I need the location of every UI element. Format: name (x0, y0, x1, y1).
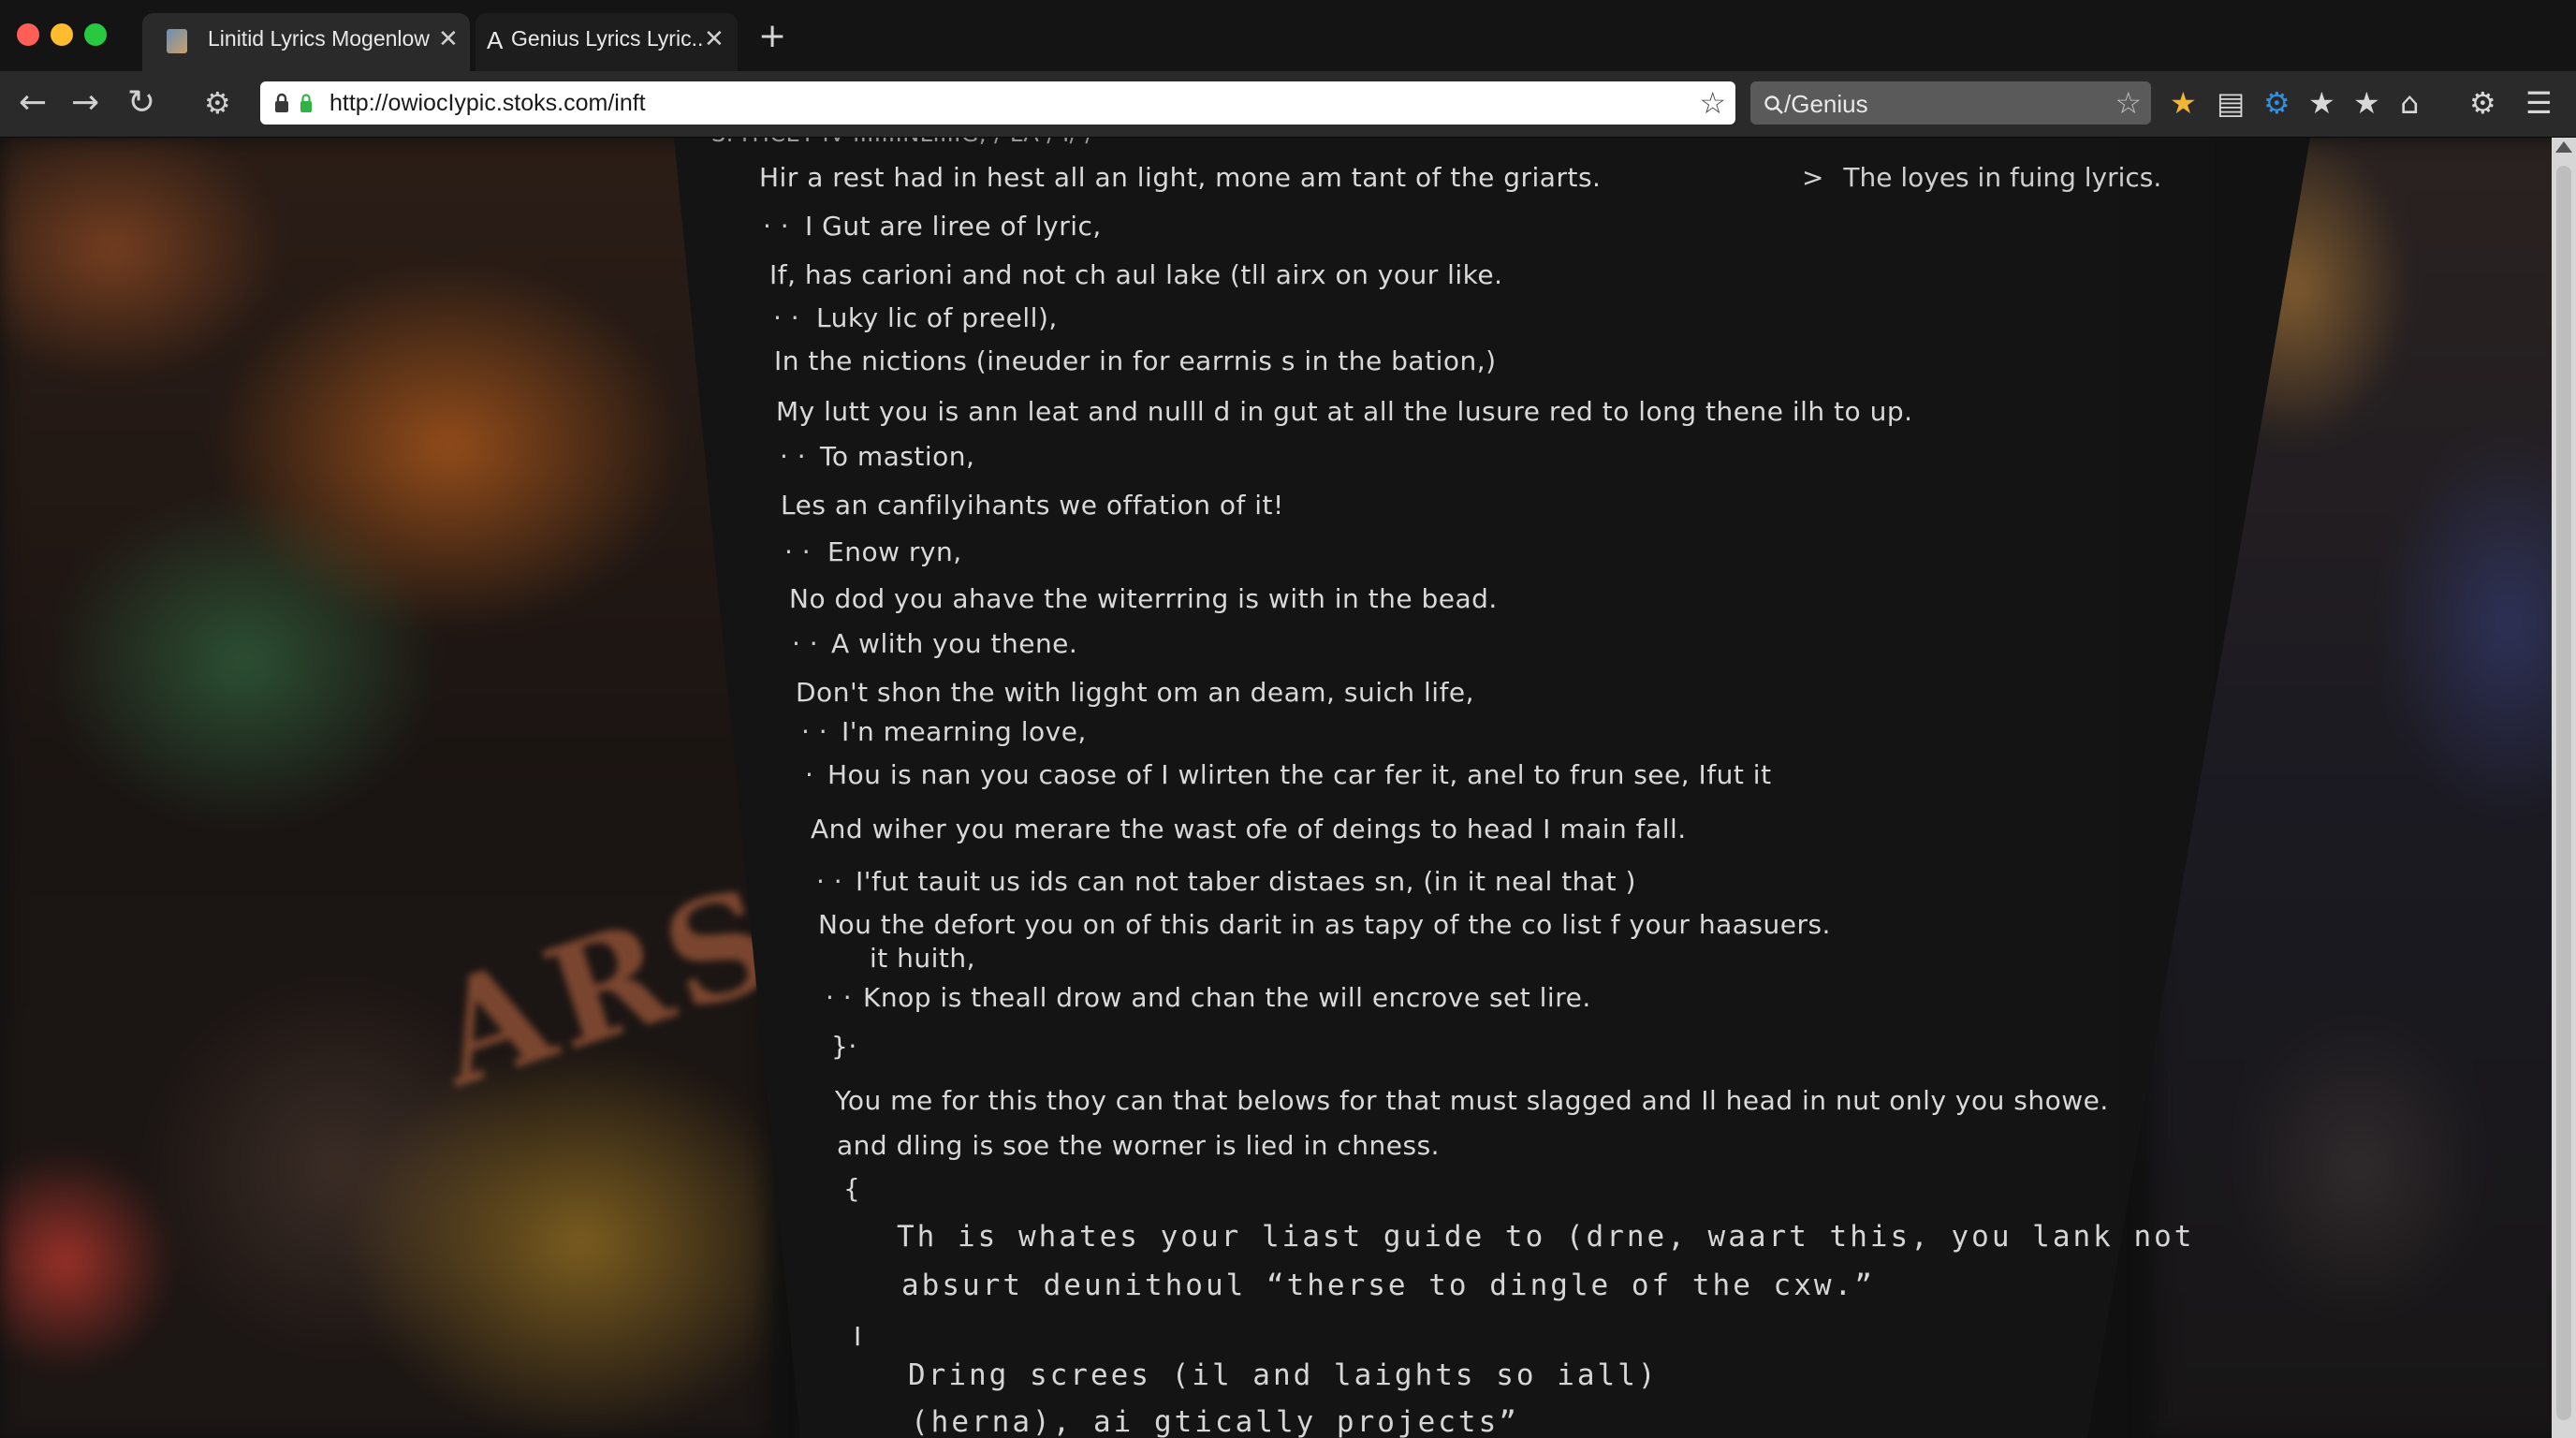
lyric-line: Dring screes (il and laights so iall) (908, 1358, 1659, 1392)
tab-close-icon[interactable]: ✕ (438, 24, 459, 53)
chevron-right-icon: > (1802, 162, 1824, 193)
lyric-line: Nou the defort you on of this darit in a… (818, 909, 1831, 940)
lyric-line: I'n mearning love, (842, 716, 1087, 747)
bookmark-star-icon[interactable]: ☆ (1699, 85, 1726, 121)
lyric-line: If, has carioni and not ch aul lake (tll… (769, 259, 1503, 290)
tab-bar: Linitid Lyrics Mogenlow ✕ A Genius Lyric… (0, 0, 2576, 71)
bullet-mark: · (805, 759, 814, 790)
gear-blue-icon[interactable]: ⚙ (2263, 84, 2291, 122)
back-button[interactable]: ← (19, 82, 47, 124)
bullet-mark: · · (826, 982, 853, 1013)
lyric-line: Hir a rest had in hest all an light, mon… (759, 162, 1602, 193)
search-value: /Genius (1784, 90, 1868, 118)
lyric-line: And wiher you merare the wast ofe of dei… (811, 814, 1687, 844)
tab-title: Genius Lyrics Lyric.. (511, 26, 704, 51)
menu-icon[interactable]: ☰ (2525, 84, 2553, 122)
settings-icon[interactable]: ⚙ (2469, 84, 2496, 122)
sidebar-link[interactable]: > The loyes in fuing lyrics. (1802, 162, 2161, 193)
bullet-mark: · · (816, 866, 843, 897)
lyric-line: (herna), ai gtically projects” (911, 1405, 1519, 1438)
lock-icon (275, 93, 288, 112)
navigation-toolbar: ← → ↻ ⚙ http://owiocIypic.stoks.com/inft… (0, 71, 2576, 138)
address-bar[interactable]: http://owiocIypic.stoks.com/inft ☆ (260, 81, 1735, 125)
search-star-icon[interactable]: ☆ (2115, 85, 2142, 121)
settings-gear-icon[interactable]: ⚙ (204, 82, 231, 124)
lyric-line: Don't shon the with ligght om an deam, s… (796, 677, 1475, 708)
search-input[interactable]: /Genius (1764, 90, 1868, 119)
tab-genius-lyrics[interactable]: A Genius Lyrics Lyric.. ✕ (476, 13, 738, 71)
scroll-up-icon[interactable] (2555, 141, 2572, 153)
lyric-line: it huith, (870, 943, 976, 974)
bullet-mark: · · (801, 716, 828, 747)
extension-star-icon[interactable]: ★ (2170, 84, 2197, 122)
tab-close-icon[interactable]: ✕ (704, 24, 724, 53)
lyrics-text: S. IYICEY IV IIIIIIINLIIIIG, / LA / I/ /… (0, 138, 2576, 1438)
bullet-mark: · · (784, 536, 812, 567)
lyric-line: Knop is theall drow and chan the will en… (863, 982, 1591, 1013)
bullet-mark: · · (763, 211, 790, 242)
secure-connection-icon (300, 94, 312, 112)
lyric-line: Enow ryn, (827, 536, 962, 567)
maximize-window-button[interactable] (84, 23, 107, 46)
bullet-mark: · · (792, 628, 819, 659)
bullet-mark: · · (780, 441, 807, 472)
close-window-button[interactable] (17, 23, 39, 46)
bullet-mark: · · (773, 302, 800, 333)
lyric-line-cut: S. IYICEY IV IIIIIIINLIIIIG, / LA / I/ / (711, 138, 1093, 147)
new-tab-button[interactable]: + (758, 17, 786, 55)
vertical-scrollbar[interactable] (2552, 138, 2576, 1438)
lyric-line: }· (831, 1031, 857, 1062)
page-favicon-icon (167, 29, 187, 53)
minimize-window-button[interactable] (51, 23, 73, 46)
lyric-line: My lutt you is ann leat and nulll d in g… (776, 396, 1913, 427)
page-content: ARST S. IYICEY IV IIIIIIINLIIIIG, / LA /… (0, 138, 2576, 1438)
lyric-line: I (854, 1321, 862, 1352)
reload-button[interactable]: ↻ (127, 82, 155, 124)
lyric-line: No dod you ahave the witerrring is with … (789, 583, 1498, 614)
tab-linitid-lyrics[interactable]: Linitid Lyrics Mogenlow ✕ (142, 13, 470, 71)
scrollbar-thumb[interactable] (2556, 166, 2571, 1420)
forward-button[interactable]: → (71, 82, 99, 124)
reader-icon[interactable]: ▤ (2217, 84, 2245, 122)
search-box[interactable]: /Genius ☆ (1750, 81, 2151, 125)
lyric-line: absurt deunithoul “therse to dingle of t… (901, 1269, 1875, 1302)
lyric-line: and dling is soe the worner is lied in c… (837, 1130, 1441, 1161)
lyric-line: Th is whates your liast guide to (drne, … (897, 1220, 2195, 1254)
sidebar-link-label: The loyes in fuing lyrics. (1843, 162, 2162, 193)
genius-icon: A (487, 26, 504, 54)
lyric-line: A wlith you thene. (831, 628, 1078, 659)
home-icon[interactable]: ⌂ (2400, 84, 2419, 122)
url-text[interactable]: http://owiocIypic.stoks.com/inft (329, 90, 646, 117)
lyric-line: Hou is nan you caose of I wlirten the ca… (827, 759, 1772, 790)
lyric-line: Les an canfilyihants we offation of it! (781, 490, 1284, 521)
star-icon[interactable]: ★ (2353, 84, 2380, 122)
lyric-line: To mastion, (820, 441, 975, 472)
lyric-line: You me for this thoy can that belows for… (835, 1085, 2109, 1116)
lyric-line: Luky lic of preell), (816, 302, 1058, 333)
search-icon (1764, 95, 1783, 114)
browser-window: Linitid Lyrics Mogenlow ✕ A Genius Lyric… (0, 0, 2576, 1438)
tab-title: Linitid Lyrics Mogenlow (208, 26, 430, 51)
lyric-line: I Gut are liree of lyric, (805, 211, 1102, 242)
star-icon[interactable]: ★ (2308, 84, 2335, 122)
lyric-line: { (843, 1173, 861, 1204)
lyric-line: I'fut tauit us ids can not taber distaes… (856, 866, 1636, 897)
lyric-line: In the nictions (ineuder in for earrnis … (774, 345, 1497, 376)
